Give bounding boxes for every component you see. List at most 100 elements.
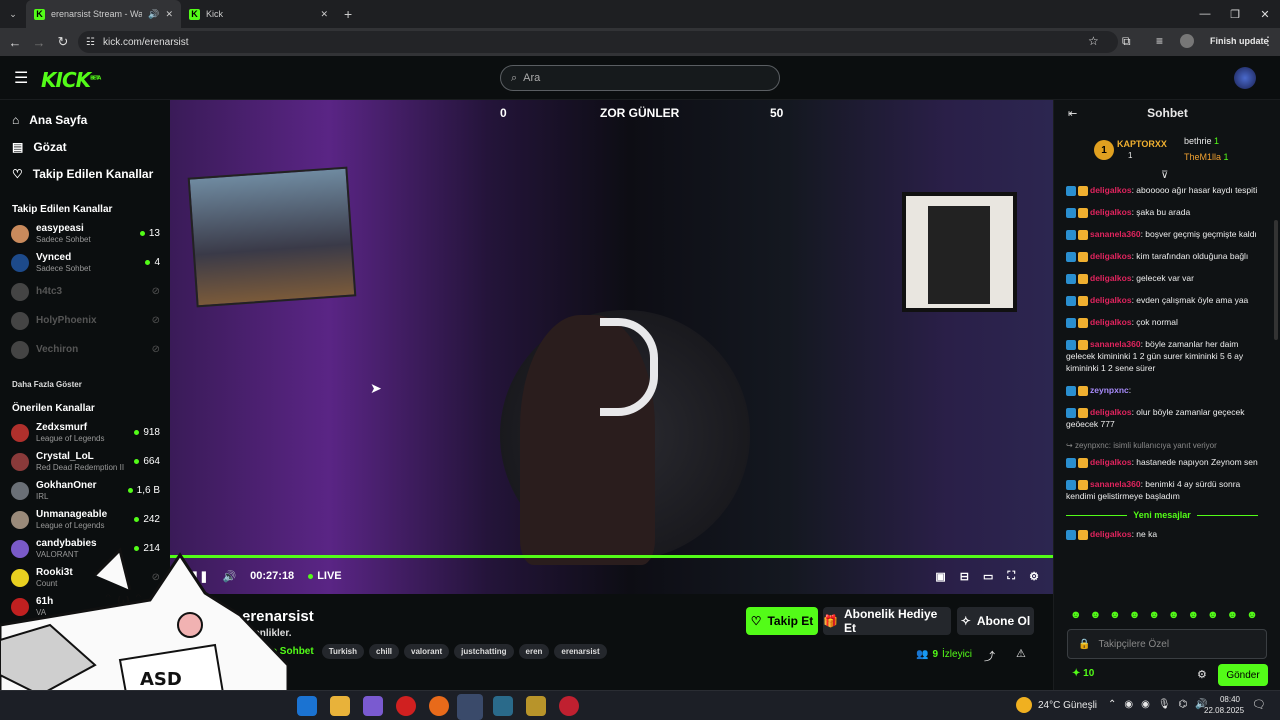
stream-tag[interactable]: chill	[369, 644, 400, 659]
chat-username[interactable]: deligalkos	[1090, 407, 1132, 417]
store-icon[interactable]	[363, 696, 383, 716]
league-client-icon[interactable]	[526, 696, 546, 716]
bookmark-star-icon[interactable]: ☆	[1088, 34, 1099, 48]
system-tray[interactable]: ⌃ ◉ ◉ 🎙 ⌬ 🔊	[1108, 699, 1208, 710]
mini-player-icon[interactable]: ⊟	[960, 570, 969, 583]
profile-avatar[interactable]	[1180, 34, 1194, 48]
channel-points[interactable]: ✦ 10	[1072, 668, 1094, 679]
nav-following[interactable]: ♡ Takip Edilen Kanallar	[0, 160, 170, 187]
emote-icon[interactable]: ☻	[1227, 609, 1239, 621]
weather-widget[interactable]: 24°C Güneşli	[1038, 700, 1097, 711]
pip-icon[interactable]: ▣	[935, 570, 945, 583]
sidebar-channel[interactable]: Vechiron ⊘	[0, 335, 170, 364]
sidebar-channel[interactable]: Vynced Sadece Sohbet 4	[0, 248, 170, 277]
sidebar-channel[interactable]: Zedxsmurf League of Legends 918	[0, 418, 170, 447]
sidebar-channel[interactable]: GokhanOner IRL 1,6 B	[0, 476, 170, 505]
emote-icon[interactable]: ☻	[1109, 609, 1121, 621]
opera-icon[interactable]	[396, 696, 416, 716]
subscribe-button[interactable]: ✧ Abone Ol	[957, 607, 1034, 635]
close-window-button[interactable]: ✕	[1250, 0, 1280, 28]
chat-username[interactable]: deligalkos	[1090, 185, 1132, 195]
address-bar[interactable]: ☷ kick.com/erenarsist	[78, 31, 1118, 53]
top-gifter-2[interactable]: bethrie 1	[1184, 136, 1219, 146]
chrome-icon[interactable]	[457, 694, 483, 720]
emote-icon[interactable]: ☻	[1168, 609, 1180, 621]
sidebar-channel[interactable]: h4tc3 ⊘	[0, 277, 170, 306]
stream-tag[interactable]: justchatting	[454, 644, 514, 659]
chat-username[interactable]: zeynpxnc	[1090, 385, 1129, 395]
emote-icon[interactable]: ☻	[1090, 609, 1102, 621]
chat-username[interactable]: deligalkos	[1090, 207, 1132, 217]
sidebar-channel[interactable]: easypeasi Sadece Sohbet 13	[0, 219, 170, 248]
gift-subscription-button[interactable]: 🎁 Abonelik Hediye Et	[823, 607, 951, 635]
nav-home[interactable]: ⌂ Ana Sayfa	[0, 106, 170, 133]
report-icon[interactable]: ⚠	[1016, 647, 1026, 660]
new-tab-button[interactable]: +	[336, 0, 360, 28]
emote-icon[interactable]: ☻	[1129, 609, 1141, 621]
restore-button[interactable]: ❐	[1220, 0, 1250, 28]
sidebar-channel[interactable]: Unmanageable League of Legends 242	[0, 505, 170, 534]
tab-audio-icon[interactable]: 🔊	[148, 9, 159, 20]
back-arrow-icon[interactable]: ←	[3, 35, 27, 50]
clock[interactable]: 08:40 22.08.2025	[1204, 694, 1244, 716]
app-icon[interactable]	[559, 696, 579, 716]
notifications-icon[interactable]: 🗨	[1252, 698, 1266, 711]
hamburger-menu-icon[interactable]: ☰	[14, 68, 28, 88]
emote-icon[interactable]: ☻	[1246, 609, 1258, 621]
chat-input[interactable]: 🔒 Takipçilere Özel	[1067, 629, 1267, 659]
theater-mode-icon[interactable]: ▭	[983, 570, 993, 583]
extensions-icon[interactable]: ⧉	[1122, 34, 1131, 49]
settings-gear-icon[interactable]: ⚙	[1029, 570, 1039, 583]
search-input[interactable]: ⌕ Ara	[500, 65, 780, 91]
browser-menu-icon[interactable]: ⋮	[1262, 34, 1274, 48]
tab-close-icon[interactable]: ✕	[165, 9, 173, 20]
stream-tag[interactable]: erenarsist	[554, 644, 607, 659]
framed-portrait	[902, 192, 1017, 312]
site-info-icon[interactable]: ☷	[86, 37, 95, 48]
nav-browse[interactable]: ▤ Gözat	[0, 133, 170, 160]
top-gifter-3[interactable]: TheM1lla 1	[1184, 152, 1229, 162]
chat-username[interactable]: sananela360	[1090, 229, 1141, 239]
share-icon[interactable]: ⤴	[984, 648, 995, 664]
file-explorer-icon[interactable]	[330, 696, 350, 716]
stream-tag[interactable]: valorant	[404, 644, 450, 659]
send-button[interactable]: Gönder	[1218, 664, 1268, 686]
chat-username[interactable]: deligalkos	[1090, 317, 1132, 327]
chat-username[interactable]: deligalkos	[1090, 251, 1132, 261]
tab-list-button[interactable]: ⌄	[0, 0, 26, 28]
calculator-icon[interactable]	[493, 696, 513, 716]
emote-icon[interactable]: ☻	[1070, 609, 1082, 621]
media-control-icon[interactable]: ≡	[1156, 34, 1163, 48]
chat-scrollbar[interactable]	[1274, 220, 1278, 340]
fullscreen-icon[interactable]: ⛶	[1007, 570, 1015, 583]
chat-settings-icon[interactable]: ⚙	[1197, 668, 1207, 681]
kick-logo[interactable]: KICKBETA	[41, 68, 101, 92]
emote-icon[interactable]: ☻	[1207, 609, 1219, 621]
sidebar-channel[interactable]: HolyPhoenix ⊘	[0, 306, 170, 335]
chat-username[interactable]: sananela360	[1090, 479, 1141, 489]
follow-button[interactable]: ♡ Takip Et	[746, 607, 818, 635]
chat-username[interactable]: deligalkos	[1090, 457, 1132, 467]
top-gifter-1[interactable]: KAPTORXX	[1117, 139, 1167, 149]
stream-tag[interactable]: Turkish	[321, 644, 365, 659]
reload-icon[interactable]: ↻	[51, 34, 75, 50]
minimize-button[interactable]: —	[1190, 0, 1220, 28]
chat-username[interactable]: sananela360	[1090, 339, 1141, 349]
emote-icon[interactable]: ☻	[1187, 609, 1199, 621]
pin-toggle-icon[interactable]: ⊽	[1161, 170, 1168, 181]
chat-username[interactable]: deligalkos	[1090, 273, 1132, 283]
chat-username[interactable]: deligalkos	[1090, 295, 1132, 305]
stream-tag[interactable]: eren	[518, 644, 550, 659]
emote-icon[interactable]: ☻	[1148, 609, 1160, 621]
show-more-link[interactable]: Daha Fazla Göster	[0, 376, 170, 394]
browser-tab-kick[interactable]: K Kick ✕	[181, 0, 336, 28]
forward-arrow-icon[interactable]: →	[27, 35, 51, 50]
user-avatar[interactable]	[1234, 67, 1256, 89]
sidebar-channel[interactable]: Crystal_LoL Red Dead Redemption II 664	[0, 447, 170, 476]
firefox-icon[interactable]	[429, 696, 449, 716]
browser-tab-stream[interactable]: K erenarsist Stream - Watch L 🔊 ✕	[26, 0, 181, 28]
edge-browser-icon[interactable]	[297, 696, 317, 716]
finish-update-button[interactable]: Finish update	[1210, 36, 1269, 46]
tab-close-icon[interactable]: ✕	[320, 9, 328, 20]
video-player[interactable]: ➤ 0 ZOR GÜNLER 50 ❚❚ 🔊 00:27:18 LIVE ▣ ⊟…	[170, 100, 1053, 594]
